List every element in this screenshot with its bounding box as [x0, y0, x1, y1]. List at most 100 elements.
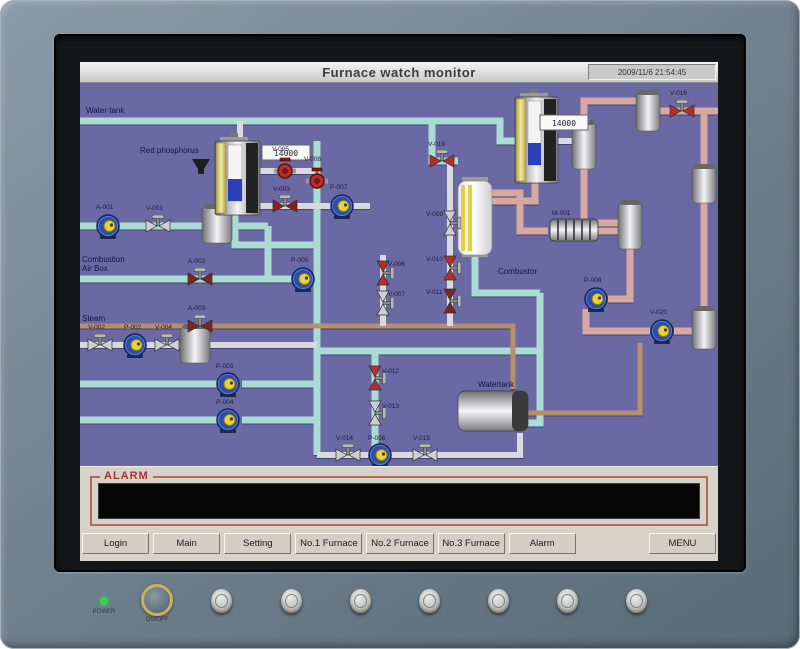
onoff-button[interactable]: [141, 584, 173, 616]
cylinder-tank: [180, 324, 210, 363]
hmi-screen: Furnace watch monitor 2009/11/6 21:54:45: [80, 62, 718, 560]
tag-v009: V-009: [426, 211, 443, 218]
function-button-5[interactable]: [488, 589, 509, 613]
label-combustion-2: Air Box: [82, 264, 108, 273]
pump-p007: [331, 195, 353, 219]
tag-p004: P-004: [216, 399, 234, 406]
round-key-icon: [561, 594, 574, 608]
round-key-icon: [354, 594, 367, 608]
alarm-button[interactable]: Alarm: [509, 533, 576, 554]
pump-a001: [97, 215, 119, 239]
valve-v010: [444, 256, 461, 280]
onoff-button-label: ON/OFF: [132, 617, 182, 623]
setting-button[interactable]: Setting: [224, 533, 291, 554]
heat-exchanger: [550, 219, 598, 241]
page-title: Furnace watch monitor: [322, 65, 476, 80]
equipment-tags: A-001 V-001 A-002 A-003 V-002 P-002 V-00…: [88, 90, 687, 442]
function-button-2[interactable]: [281, 589, 302, 613]
power-led: [100, 597, 108, 605]
round-key-icon: [285, 594, 298, 608]
no3-furnace-button[interactable]: No.3 Furnace: [438, 533, 505, 554]
tag-v001: V-001: [146, 205, 163, 212]
valve-v004: [155, 334, 179, 351]
label-water-tank: Water tank: [86, 106, 125, 115]
tag-v007: V-007: [388, 291, 405, 298]
alarm-panel: ALARM Login Main Setting No.1 Furnace No…: [80, 466, 718, 561]
reactor2-value: 14000: [552, 119, 576, 128]
clock-display: 2009/11/6 21:54:45: [588, 64, 716, 80]
tag-v019: V-019: [428, 141, 445, 148]
tag-v003: V-003: [273, 186, 290, 193]
tag-p007: P-007: [330, 184, 348, 191]
process-diagram: 14000 14000: [80, 83, 718, 466]
tag-v010: V-010: [426, 256, 443, 263]
function-button-3[interactable]: [350, 589, 371, 613]
cylinder-tank: [636, 90, 660, 131]
combustor-vessel: [458, 177, 492, 257]
cylinder-tank: [692, 306, 716, 349]
valve-v002: [88, 334, 112, 351]
nav-button-row: Login Main Setting No.1 Furnace No.2 Fur…: [82, 533, 716, 554]
tag-v008: V-008: [304, 156, 321, 163]
feed-hopper-icon: [192, 159, 210, 174]
pump-p006: [369, 444, 391, 466]
label-watertank: Watertank: [478, 380, 515, 389]
tag-p005: P-005: [291, 257, 309, 264]
main-button[interactable]: Main: [153, 533, 220, 554]
watertank-vessel: [458, 391, 528, 431]
valve-v014: [336, 444, 360, 461]
tag-p008: P-008: [584, 277, 602, 284]
panel-device-photo: Furnace watch monitor 2009/11/6 21:54:45: [0, 0, 800, 649]
pump-v020: [651, 320, 673, 344]
round-key-icon: [630, 594, 643, 608]
steam-pipes: [80, 326, 640, 413]
tag-m001: M-001: [552, 210, 571, 217]
function-button-4[interactable]: [419, 589, 440, 613]
no1-furnace-button[interactable]: No.1 Furnace: [295, 533, 362, 554]
tag-v015: V-015: [413, 435, 430, 442]
valve-v015: [413, 444, 437, 461]
valve-v003: [273, 195, 297, 212]
tag-v012: V-012: [382, 368, 399, 375]
tag-a003: A-003: [188, 305, 206, 312]
reactor-vessel-2: [515, 89, 558, 183]
no2-furnace-button[interactable]: No.2 Furnace: [366, 533, 433, 554]
tag-v005: V-005: [272, 146, 289, 153]
tag-v014: V-014: [336, 435, 353, 442]
menu-button[interactable]: MENU: [649, 533, 716, 554]
round-key-icon: [215, 594, 228, 608]
device-bezel: Furnace watch monitor 2009/11/6 21:54:45: [0, 0, 800, 649]
tag-v004: V-004: [155, 324, 172, 331]
alarm-message-display: [98, 483, 700, 519]
pump-p008: [585, 288, 607, 312]
cylinder-tank: [618, 200, 642, 249]
round-key-icon: [492, 594, 505, 608]
function-button-1[interactable]: [211, 589, 232, 613]
tag-v002: V-002: [88, 324, 105, 331]
tag-v020: V-020: [650, 309, 667, 316]
label-combustor: Combustor: [498, 267, 537, 276]
label-combustion-1: Combustion: [82, 255, 125, 264]
function-button-6[interactable]: [557, 589, 578, 613]
pump-p003: [217, 373, 239, 397]
pump-p004: [217, 409, 239, 433]
tag-v006: V-006: [388, 261, 405, 268]
login-button[interactable]: Login: [82, 533, 149, 554]
label-steam: Steam: [82, 314, 105, 323]
tag-a002: A-002: [188, 258, 206, 265]
power-led-label: POWER: [84, 609, 124, 615]
function-button-7[interactable]: [626, 589, 647, 613]
pump-p002: [124, 334, 146, 358]
tag-p003: P-003: [216, 363, 234, 370]
label-red-phosphorus: Red phosphorus: [140, 146, 199, 155]
tag-p002: P-002: [124, 324, 142, 331]
alarm-groupbox: ALARM: [90, 476, 708, 526]
tag-v016: V-016: [670, 90, 687, 97]
alarm-title: ALARM: [100, 470, 153, 482]
tag-p006: P-006: [368, 435, 386, 442]
tag-a001: A-001: [96, 204, 114, 211]
reactor-vessel-1: [215, 133, 260, 215]
cylinder-tank: [692, 164, 716, 203]
level-display-2: 14000: [540, 115, 588, 130]
tag-v013: V-013: [382, 403, 399, 410]
